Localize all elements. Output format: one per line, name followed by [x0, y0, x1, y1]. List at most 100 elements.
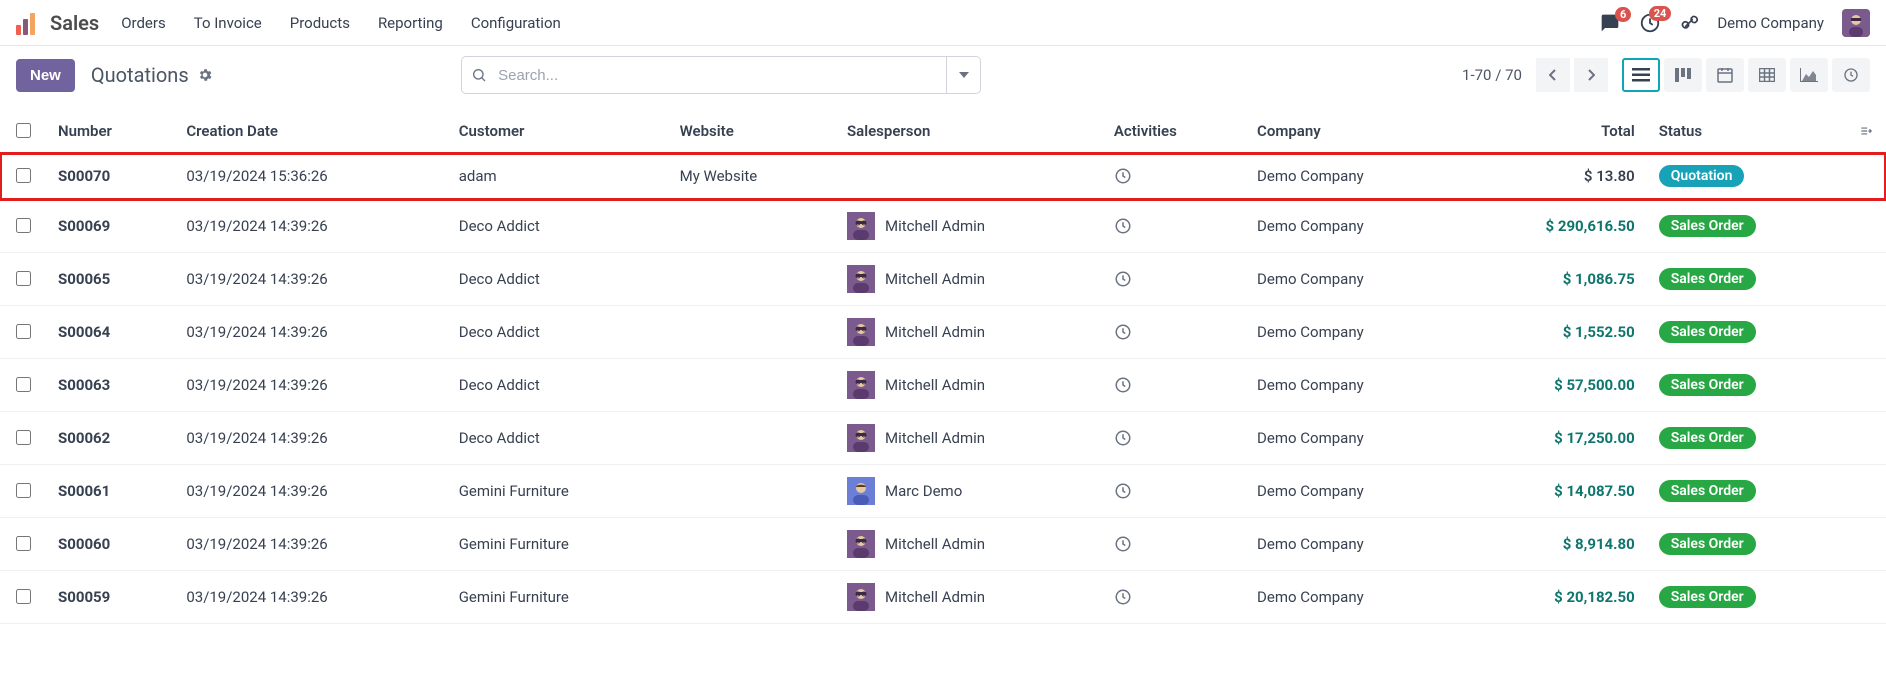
activities-badge: 24 [1649, 6, 1672, 21]
cell-date: 03/19/2024 14:39:26 [174, 200, 446, 253]
row-checkbox[interactable] [16, 271, 31, 286]
nav-link-to-invoice[interactable]: To Invoice [194, 14, 262, 32]
table-row[interactable]: S0007003/19/2024 15:36:26adamMy WebsiteD… [0, 153, 1886, 200]
row-checkbox[interactable] [16, 377, 31, 392]
cell-salesperson: Mitchell Admin [835, 518, 1102, 571]
col-website[interactable]: Website [668, 110, 835, 153]
col-status[interactable]: Status [1647, 110, 1846, 153]
col-customer[interactable]: Customer [447, 110, 668, 153]
status-badge: Sales Order [1659, 268, 1756, 290]
view-pivot-button[interactable] [1748, 58, 1786, 92]
clock-icon[interactable] [1114, 167, 1233, 185]
cell-activities[interactable] [1102, 153, 1245, 200]
table-row[interactable]: S0006203/19/2024 14:39:26Deco AddictMitc… [0, 412, 1886, 465]
cell-number: S00060 [46, 518, 174, 571]
cell-date: 03/19/2024 14:39:26 [174, 359, 446, 412]
table-row[interactable]: S0006903/19/2024 14:39:26Deco AddictMitc… [0, 200, 1886, 253]
cell-salesperson: Mitchell Admin [835, 359, 1102, 412]
debug-icon[interactable] [1679, 13, 1699, 33]
clock-icon[interactable] [1114, 482, 1233, 500]
clock-icon[interactable] [1114, 323, 1233, 341]
nav-link-configuration[interactable]: Configuration [471, 14, 561, 32]
pager-prev-button[interactable] [1536, 58, 1570, 92]
company-selector[interactable]: Demo Company [1717, 14, 1824, 32]
clock-icon[interactable] [1114, 376, 1233, 394]
col-company[interactable]: Company [1245, 110, 1460, 153]
row-checkbox[interactable] [16, 589, 31, 604]
table-row[interactable]: S0006303/19/2024 14:39:26Deco AddictMitc… [0, 359, 1886, 412]
row-checkbox[interactable] [16, 536, 31, 551]
gear-icon[interactable] [197, 67, 213, 83]
col-expand[interactable] [1846, 110, 1886, 153]
col-salesperson[interactable]: Salesperson [835, 110, 1102, 153]
clock-icon[interactable] [1114, 217, 1233, 235]
clock-icon[interactable] [1114, 270, 1233, 288]
salesperson-avatar [847, 477, 875, 505]
cell-activities[interactable] [1102, 412, 1245, 465]
cell-activities[interactable] [1102, 306, 1245, 359]
select-all-checkbox[interactable] [16, 123, 31, 138]
nav-link-orders[interactable]: Orders [121, 14, 166, 32]
cell-activities[interactable] [1102, 571, 1245, 624]
app-name[interactable]: Sales [50, 11, 99, 35]
table-row[interactable]: S0006503/19/2024 14:39:26Deco AddictMitc… [0, 253, 1886, 306]
cell-website [668, 200, 835, 253]
clock-icon[interactable] [1114, 429, 1233, 447]
cell-date: 03/19/2024 15:36:26 [174, 153, 446, 200]
view-calendar-button[interactable] [1706, 58, 1744, 92]
col-total[interactable]: Total [1460, 110, 1646, 153]
cell-activities[interactable] [1102, 253, 1245, 306]
cell-salesperson: Mitchell Admin [835, 571, 1102, 624]
table-row[interactable]: S0005903/19/2024 14:39:26Gemini Furnitur… [0, 571, 1886, 624]
view-activity-button[interactable] [1832, 58, 1870, 92]
breadcrumb-title[interactable]: Quotations [91, 63, 189, 87]
search-input[interactable] [461, 56, 947, 94]
cell-status: Sales Order [1647, 200, 1846, 253]
cell-date: 03/19/2024 14:39:26 [174, 306, 446, 359]
row-checkbox[interactable] [16, 324, 31, 339]
nav-menu: Orders To Invoice Products Reporting Con… [121, 14, 561, 32]
app-logo-icon[interactable] [16, 11, 40, 35]
salesperson-name: Mitchell Admin [885, 376, 985, 394]
clock-icon[interactable] [1114, 535, 1233, 553]
nav-link-products[interactable]: Products [290, 14, 350, 32]
cell-number: S00069 [46, 200, 174, 253]
cell-activities[interactable] [1102, 200, 1245, 253]
col-number[interactable]: Number [46, 110, 174, 153]
cell-company: Demo Company [1245, 465, 1460, 518]
view-kanban-button[interactable] [1664, 58, 1702, 92]
search-icon [471, 67, 487, 83]
cell-activities[interactable] [1102, 518, 1245, 571]
cell-number: S00064 [46, 306, 174, 359]
row-checkbox[interactable] [16, 430, 31, 445]
row-checkbox[interactable] [16, 483, 31, 498]
cell-company: Demo Company [1245, 359, 1460, 412]
pager-text[interactable]: 1-70 / 70 [1462, 66, 1522, 84]
cell-activities[interactable] [1102, 359, 1245, 412]
cell-website [668, 253, 835, 306]
col-creation-date[interactable]: Creation Date [174, 110, 446, 153]
user-avatar[interactable] [1842, 9, 1870, 37]
clock-icon[interactable] [1114, 588, 1233, 606]
cell-customer: adam [447, 153, 668, 200]
table-row[interactable]: S0006103/19/2024 14:39:26Gemini Furnitur… [0, 465, 1886, 518]
nav-link-reporting[interactable]: Reporting [378, 14, 443, 32]
new-button[interactable]: New [16, 59, 75, 92]
messages-icon[interactable]: 6 [1599, 13, 1621, 33]
activities-icon[interactable]: 24 [1639, 12, 1661, 34]
col-activities[interactable]: Activities [1102, 110, 1245, 153]
view-list-button[interactable] [1622, 58, 1660, 92]
search-options-toggle[interactable] [947, 56, 981, 94]
row-checkbox[interactable] [16, 168, 31, 183]
row-checkbox[interactable] [16, 218, 31, 233]
pager-next-button[interactable] [1574, 58, 1608, 92]
cell-total: $ 290,616.50 [1460, 200, 1646, 253]
table-row[interactable]: S0006003/19/2024 14:39:26Gemini Furnitur… [0, 518, 1886, 571]
table-row[interactable]: S0006403/19/2024 14:39:26Deco AddictMitc… [0, 306, 1886, 359]
cell-activities[interactable] [1102, 465, 1245, 518]
cell-total: $ 13.80 [1460, 153, 1646, 200]
cell-website [668, 412, 835, 465]
view-graph-button[interactable] [1790, 58, 1828, 92]
cell-company: Demo Company [1245, 412, 1460, 465]
cell-date: 03/19/2024 14:39:26 [174, 518, 446, 571]
